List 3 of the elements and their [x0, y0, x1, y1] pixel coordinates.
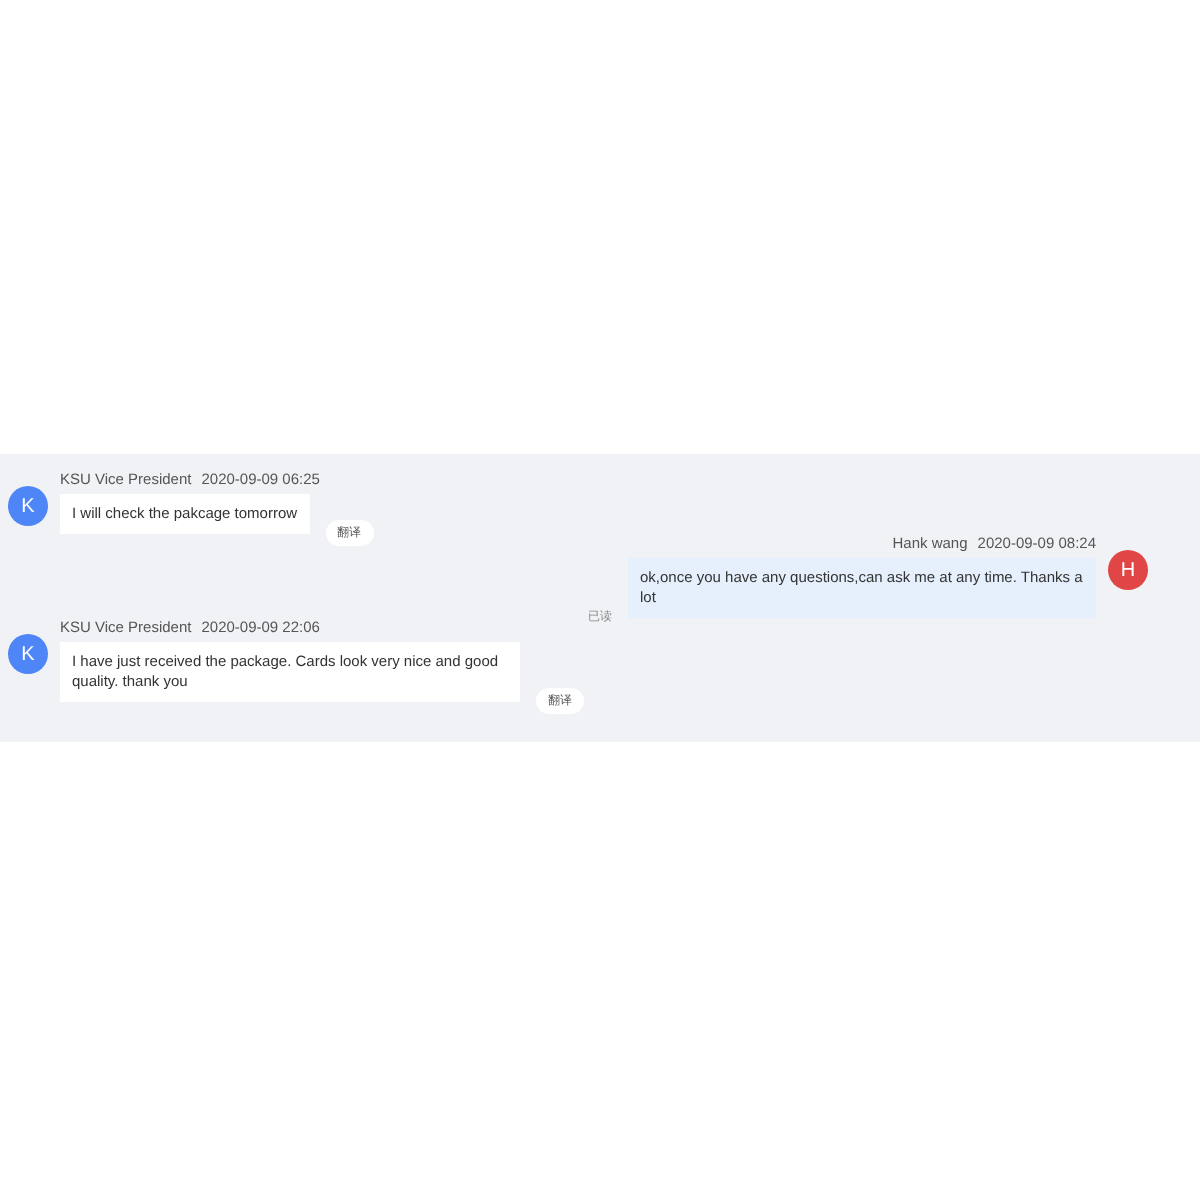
- avatar: K: [8, 486, 48, 526]
- avatar: K: [8, 634, 48, 674]
- avatar: H: [1108, 550, 1148, 590]
